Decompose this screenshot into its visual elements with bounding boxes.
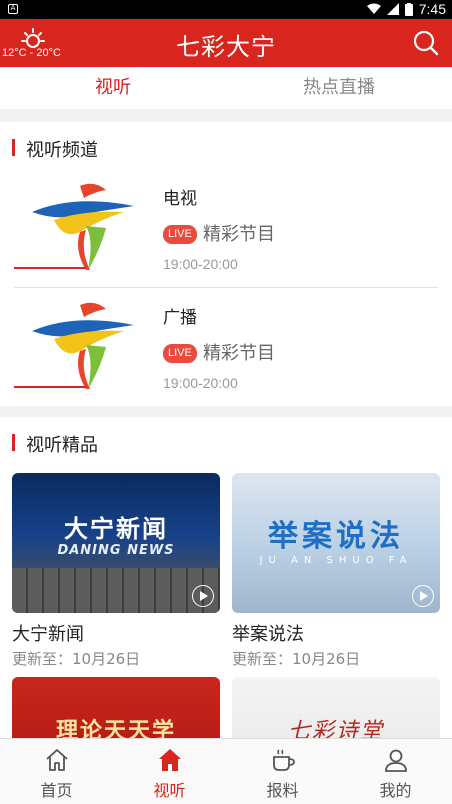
nav-audio-visual[interactable]: 视听	[113, 739, 226, 804]
channel-name: 电视	[163, 189, 197, 209]
home-filled-icon	[158, 749, 181, 771]
featured-section: 视听精品 大宁新闻 DANING NEWS 大宁新闻 更新至：10月26日 举案…	[0, 417, 452, 747]
channel-time: 19:00-20:00	[163, 256, 238, 272]
program-thumbnail: 举案说法 JU AN SHUO FA	[232, 473, 440, 613]
wifi-icon	[366, 3, 381, 14]
coffee-cup-icon	[272, 749, 295, 771]
notification-icon: A	[8, 4, 18, 14]
play-icon[interactable]	[412, 585, 434, 607]
thumbnail-title: 举案说法	[268, 519, 404, 554]
top-tabs: 视听 热点直播	[0, 67, 452, 109]
live-badge: LIVE	[163, 225, 197, 244]
nav-mine[interactable]: 我的	[339, 739, 452, 804]
program-thumbnail: 大宁新闻 DANING NEWS	[12, 473, 220, 613]
channel-desc: 精彩节目	[203, 224, 275, 245]
program-updated: 更新至：10月26日	[12, 650, 141, 668]
thumbnail-subtitle: JU AN SHUO FA	[259, 555, 413, 566]
nav-label: 视听	[153, 781, 186, 800]
nav-home[interactable]: 首页	[0, 739, 113, 804]
channel-item-radio[interactable]: 广播 LIVE 精彩节目 19:00-20:00	[14, 299, 438, 417]
channel-logo	[14, 183, 134, 270]
search-icon[interactable]	[412, 29, 440, 57]
tab-hot-live[interactable]: 热点直播	[226, 67, 452, 109]
program-name: 举案说法	[232, 624, 304, 645]
program-thumbnail: 理论天天学	[12, 677, 220, 747]
program-thumbnail: 七彩诗堂	[232, 677, 440, 747]
thumbnail-title: 大宁新闻	[64, 515, 168, 543]
nav-report[interactable]: 报料	[226, 739, 339, 804]
channel-logo	[14, 302, 134, 389]
tab-audio-visual[interactable]: 视听	[0, 67, 226, 109]
channel-time: 19:00-20:00	[163, 375, 238, 391]
user-icon	[384, 749, 407, 772]
program-name: 大宁新闻	[12, 624, 84, 645]
program-updated: 更新至：10月26日	[232, 650, 361, 668]
bottom-nav: 首页 视听 报料 我的	[0, 738, 452, 804]
home-outline-icon	[45, 749, 68, 771]
signal-icon	[386, 3, 399, 15]
channel-item-tv[interactable]: 电视 LIVE 精彩节目 19:00-20:00	[14, 180, 438, 298]
nav-label: 报料	[266, 781, 299, 800]
thumbnail-backdrop	[12, 568, 220, 613]
section-title: 视听精品	[12, 431, 98, 457]
nav-label: 首页	[40, 781, 73, 800]
status-bar: A 7:45	[0, 0, 452, 19]
divider	[14, 287, 438, 288]
app-header: 12°C - 20°C 七彩大宁	[0, 19, 452, 67]
nav-label: 我的	[379, 781, 412, 800]
program-card-legal[interactable]: 举案说法 JU AN SHUO FA 举案说法 更新至：10月26日	[232, 473, 440, 669]
section-title: 视听频道	[12, 136, 98, 162]
channel-name: 广播	[163, 308, 197, 328]
program-card-poetry[interactable]: 七彩诗堂	[232, 677, 440, 747]
thumbnail-subtitle: DANING NEWS	[57, 543, 175, 558]
battery-icon	[404, 2, 413, 16]
play-icon[interactable]	[192, 585, 214, 607]
channels-section: 视听频道 电视 LIVE 精彩节目 19:00-20:00 广播 LIVE 精彩…	[0, 122, 452, 406]
channel-desc: 精彩节目	[203, 343, 275, 364]
app-title: 七彩大宁	[176, 33, 276, 61]
live-badge: LIVE	[163, 344, 197, 363]
program-card-daning-news[interactable]: 大宁新闻 DANING NEWS 大宁新闻 更新至：10月26日	[12, 473, 220, 669]
status-time: 7:45	[418, 1, 446, 17]
program-card-theory[interactable]: 理论天天学	[12, 677, 220, 747]
